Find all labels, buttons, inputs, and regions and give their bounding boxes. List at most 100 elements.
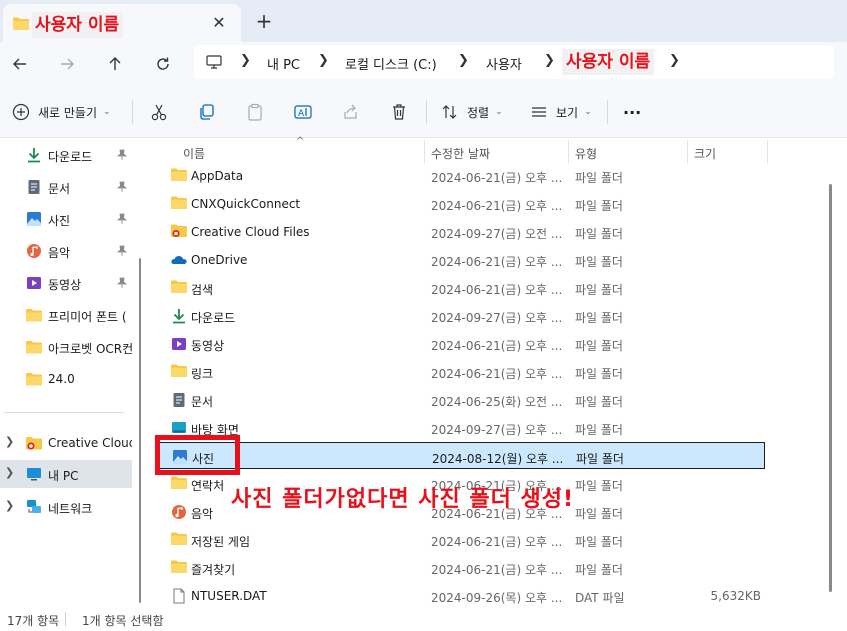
delete-icon[interactable] — [389, 102, 409, 122]
table-row[interactable]: AppData 2024-06-21(금) 오후 ... 파일 폴더 — [164, 162, 764, 189]
column-header-name[interactable]: 이름 — [183, 145, 205, 162]
chevron-right-icon[interactable]: ❯ — [5, 499, 14, 512]
chevron-down-icon: ⌄ — [495, 107, 503, 117]
chevron-right-icon[interactable]: ❯ — [5, 435, 14, 448]
file-type: 파일 폴더 — [575, 507, 623, 521]
sidebar-item-downloads[interactable]: 다운로드 — [0, 141, 132, 169]
file-type: 파일 폴더 — [575, 367, 623, 381]
sidebar-item-documents[interactable]: 문서 — [0, 173, 132, 201]
column-header-date[interactable]: 수정한 날짜 — [431, 145, 490, 162]
pc-icon — [206, 55, 222, 69]
file-type: 파일 폴더 — [575, 479, 623, 493]
table-row[interactable]: 바탕 화면 2024-09-27(금) 오후 ... 파일 폴더 — [164, 414, 764, 441]
close-icon[interactable]: ✕ — [209, 13, 229, 33]
network-icon — [27, 500, 41, 513]
breadcrumb-users[interactable]: 사용자 — [486, 54, 522, 73]
table-row-selected[interactable]: 사진 2024-08-12(월) 오후 ... 파일 폴더 — [156, 442, 765, 469]
file-date: 2024-06-21(금) 오후 ... — [431, 367, 563, 381]
pin-icon[interactable] — [116, 277, 128, 289]
copy-icon[interactable] — [197, 102, 217, 122]
up-button[interactable] — [101, 50, 129, 78]
column-divider[interactable] — [687, 140, 688, 164]
chevron-right-icon: ❯ — [318, 53, 329, 68]
sidebar-scrollbar[interactable] — [139, 258, 141, 603]
pin-icon[interactable] — [116, 181, 128, 193]
tab-current-folder[interactable]: 사용자 이름 ✕ — [3, 4, 241, 42]
file-list-scrollbar[interactable] — [829, 184, 832, 592]
arrow-right-icon — [61, 58, 74, 70]
table-row[interactable]: 링크 2024-06-21(금) 오후 ... 파일 폴더 — [164, 358, 764, 385]
folder-icon — [171, 364, 187, 380]
plus-icon[interactable]: + — [253, 10, 275, 32]
chevron-down-icon: ⌄ — [103, 107, 111, 117]
address-row: ❯ 내 PC ❯ 로컬 디스크 (C:) ❯ 사용자 ❯ 사용자 이름 ❯ — [0, 42, 847, 86]
table-row[interactable]: 다운로드 2024-09-27(금) 오후 ... 파일 폴더 — [164, 302, 764, 329]
table-row[interactable]: 검색 2024-06-21(금) 오후 ... 파일 폴더 — [164, 274, 764, 301]
column-header-type[interactable]: 유형 — [575, 145, 597, 162]
column-divider[interactable] — [767, 140, 768, 164]
address-bar[interactable]: ❯ 내 PC ❯ 로컬 디스크 (C:) ❯ 사용자 ❯ 사용자 이름 ❯ — [194, 45, 834, 79]
table-row[interactable]: 저장된 게임 2024-06-21(금) 오후 ... 파일 폴더 — [164, 526, 764, 553]
sidebar-item-creative-cloud[interactable]: ❯ Creative Cloud — [0, 429, 132, 457]
divider — [65, 612, 66, 626]
pin-icon[interactable] — [116, 245, 128, 257]
tab-title: 사용자 이름 — [32, 12, 124, 38]
more-options-button[interactable]: ··· — [623, 100, 641, 124]
table-row[interactable]: Creative Cloud Files 2024-09-27(금) 오전 ...… — [164, 218, 764, 245]
breadcrumb-current[interactable]: 사용자 이름 — [562, 49, 655, 75]
file-name: NTUSER.DAT — [191, 589, 267, 603]
table-row[interactable]: 동영상 2024-06-21(금) 오후 ... 파일 폴더 — [164, 330, 764, 357]
creative-cloud-icon — [26, 437, 42, 450]
sidebar-item-pictures[interactable]: 사진 — [0, 205, 132, 233]
item-count: 17개 항목 — [7, 614, 60, 628]
sidebar-item-my-pc[interactable]: ❯ 내 PC — [0, 460, 132, 488]
file-name: 검색 — [191, 283, 214, 297]
view-button[interactable]: 보기 ⌄ — [530, 100, 592, 124]
annotation-text: 사진 폴더가없다면 사진 폴더 생성! — [231, 487, 575, 512]
sidebar-item-network[interactable]: ❯ 네트워크 — [0, 493, 132, 521]
sidebar-item-acrobat-ocr[interactable]: 아크로벳 OCR컨 — [0, 333, 132, 361]
table-row[interactable]: 즐겨찾기 2024-06-21(금) 오후 ... 파일 폴더 — [164, 554, 764, 581]
sidebar-item-premiere-fonts[interactable]: 프리미어 폰트 ( — [0, 301, 132, 329]
cut-icon[interactable] — [149, 102, 169, 122]
sort-button-label: 정렬 — [467, 105, 490, 120]
file-date: 2024-09-27(금) 오전 ... — [431, 227, 563, 241]
plus-circle-icon — [12, 103, 30, 121]
new-button-label: 새로 만들기 — [38, 105, 98, 120]
column-header-size[interactable]: 크기 — [694, 145, 716, 162]
sort-button[interactable]: 정렬 ⌄ — [441, 100, 503, 124]
table-row[interactable]: CNXQuickConnect 2024-06-21(금) 오후 ... 파일 폴더 — [164, 190, 764, 217]
paste-icon[interactable] — [245, 102, 265, 122]
file-type: 파일 폴더 — [575, 227, 623, 241]
refresh-button[interactable] — [149, 50, 177, 78]
breadcrumb-local-disk[interactable]: 로컬 디스크 (C:) — [345, 54, 437, 73]
back-button[interactable] — [6, 50, 34, 78]
pin-icon[interactable] — [116, 149, 128, 161]
table-row[interactable]: OneDrive 2024-06-21(금) 오후 ... 파일 폴더 — [164, 246, 764, 273]
new-button[interactable]: 새로 만들기 ⌄ — [12, 100, 111, 124]
file-name: 문서 — [191, 395, 214, 409]
sidebar-item-label: 내 PC — [48, 469, 79, 483]
file-date: 2024-06-21(금) 오후 ... — [431, 283, 563, 297]
file-name: OneDrive — [191, 253, 248, 267]
pin-icon[interactable] — [116, 213, 128, 225]
folder-icon — [26, 341, 42, 354]
breadcrumb-my-pc[interactable]: 내 PC — [267, 54, 300, 73]
sidebar-item-label: 동영상 — [48, 278, 82, 292]
desktop-icon — [171, 420, 187, 436]
file-name: 다운로드 — [191, 311, 236, 325]
sidebar-item-videos[interactable]: 동영상 — [0, 269, 132, 297]
rename-icon[interactable]: A — [293, 102, 313, 122]
file-type: 파일 폴더 — [575, 311, 623, 325]
share-icon[interactable] — [341, 102, 361, 122]
column-divider[interactable] — [424, 140, 425, 164]
forward-button[interactable] — [53, 50, 81, 78]
file-name: 연락처 — [191, 479, 225, 493]
sidebar-item-24[interactable]: 24.0 — [0, 365, 132, 393]
file-name: 저장된 게임 — [191, 535, 251, 549]
table-row[interactable]: NTUSER.DAT 2024-09-26(목) 오후 ... DAT 파일 5,63… — [164, 582, 764, 609]
table-row[interactable]: 문서 2024-06-25(화) 오전 ... 파일 폴더 — [164, 386, 764, 413]
sidebar-item-music[interactable]: 음악 — [0, 237, 132, 265]
chevron-right-icon[interactable]: ❯ — [5, 466, 14, 479]
column-divider[interactable] — [568, 140, 569, 164]
